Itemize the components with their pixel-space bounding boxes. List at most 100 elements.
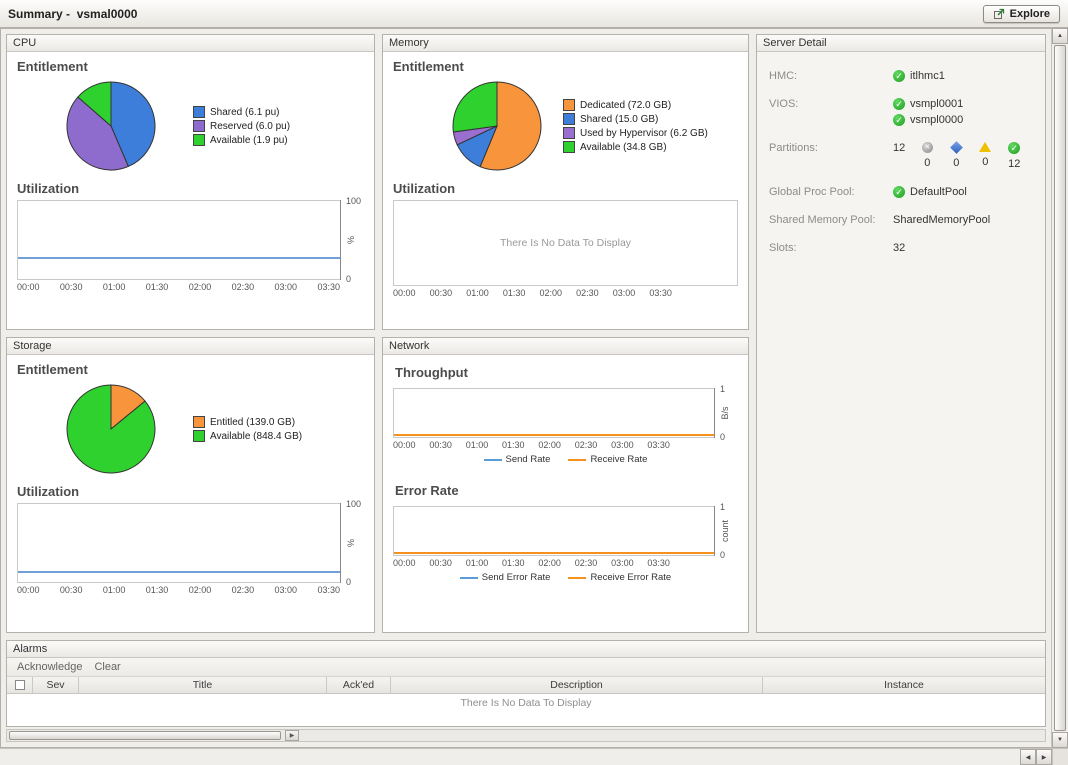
legend-item: Dedicated (72.0 GB) — [563, 99, 708, 111]
explore-button[interactable]: Explore — [983, 5, 1060, 23]
x-tick-label: 03:30 — [647, 558, 670, 568]
legend-item: Receive Error Rate — [568, 572, 671, 583]
scroll-right-button[interactable]: ▶ — [1036, 749, 1052, 765]
server-detail-panel: Server Detail HMC: ✓ itlhmc1 VIOS: — [756, 34, 1046, 633]
legend-swatch — [563, 141, 575, 153]
x-tick-label: 02:00 — [189, 282, 212, 292]
legend-swatch — [193, 430, 205, 442]
legend-item: Entitled (139.0 GB) — [193, 416, 302, 428]
y-axis-max-label: 100 — [346, 499, 361, 509]
x-tick-label: 00:30 — [429, 440, 452, 450]
legend-swatch — [193, 120, 205, 132]
hmc-row: HMC: ✓ itlhmc1 — [769, 70, 1033, 82]
cpu-entitlement-pie — [63, 78, 159, 174]
network-error-rate-chart: 1count000:0000:3001:0001:3002:0002:3003:… — [383, 506, 748, 583]
cpu-panel-title: CPU — [13, 37, 36, 49]
scroll-left-button[interactable]: ◀ — [1020, 749, 1036, 765]
x-tick-label: 01:30 — [502, 558, 525, 568]
x-axis: 00:0000:3001:0001:3002:0002:3003:0003:30 — [393, 288, 672, 298]
memory-entitlement-pie — [449, 78, 545, 174]
alarms-panel-title: Alarms — [13, 643, 47, 655]
partition-ok-icon: ✓ — [1008, 142, 1020, 154]
chart-series-line — [18, 571, 340, 573]
chart-legend: Send Error Rate Receive Error Rate — [383, 572, 748, 583]
memory-panel-body: Entitlement Dedicated (72.0 GB)Shared (1… — [383, 52, 748, 329]
status-ok-icon: ✓ — [893, 114, 905, 126]
x-tick-label: 00:00 — [393, 558, 416, 568]
x-tick-label: 02:30 — [232, 585, 255, 595]
legend-line-swatch — [568, 459, 586, 461]
legend-label: Receive Rate — [590, 454, 647, 465]
acknowledge-button[interactable]: Acknowledge — [17, 661, 82, 673]
legend-swatch — [193, 106, 205, 118]
select-all-checkbox[interactable] — [15, 680, 25, 690]
clear-button[interactable]: Clear — [94, 661, 120, 673]
y-axis-unit-label: B/s — [720, 406, 730, 419]
vios-link[interactable]: vsmpl0000 — [910, 114, 963, 126]
horizontal-scrollbar-track[interactable] — [0, 749, 1020, 765]
horizontal-scrollbar-thumb[interactable] — [9, 731, 281, 740]
legend-item: Send Error Rate — [460, 572, 551, 583]
storage-entitlement-pie — [63, 381, 159, 477]
slots-value: 32 — [893, 242, 905, 254]
vios-item: ✓ vsmpl0001 — [893, 98, 963, 110]
storage-utilization-heading: Utilization — [17, 484, 374, 499]
scrollbar-corner — [1052, 749, 1068, 765]
x-tick-label: 03:00 — [613, 288, 636, 298]
memory-panel-header: Memory — [383, 35, 748, 52]
y-axis-min-label: 0 — [720, 432, 725, 442]
partition-state-warning: 0 — [975, 142, 995, 168]
partition-state-unknown: ✕ 0 — [917, 142, 937, 169]
network-panel: Network Throughput 1B/s000:0000:3001:000… — [382, 337, 749, 633]
x-tick-label: 01:30 — [146, 282, 169, 292]
vertical-scrollbar: ▲ ▼ — [1051, 28, 1068, 748]
memory-entitlement-heading: Entitlement — [393, 59, 748, 74]
partitions-label: Partitions: — [769, 142, 893, 154]
y-axis-max-label: 1 — [720, 384, 725, 394]
x-tick-label: 00:30 — [430, 288, 453, 298]
x-tick-label: 03:30 — [649, 288, 672, 298]
partition-normal-count: 0 — [953, 157, 959, 169]
partition-state-normal: 0 — [946, 142, 966, 169]
scroll-down-button[interactable]: ▼ — [1052, 732, 1068, 748]
vios-link[interactable]: vsmpl0001 — [910, 98, 963, 110]
column-header-acked[interactable]: Ack'ed — [327, 677, 391, 693]
global-proc-pool-label: Global Proc Pool: — [769, 186, 893, 198]
cpu-utilization-chart: 100%000:0000:3001:0001:3002:0002:3003:00… — [7, 200, 374, 292]
storage-panel-header: Storage — [7, 338, 374, 355]
alarms-toolbar: Acknowledge Clear — [7, 658, 1045, 677]
hmc-link[interactable]: itlhmc1 — [910, 70, 945, 82]
cpu-utilization-heading: Utilization — [17, 181, 374, 196]
server-detail-panel-title: Server Detail — [763, 37, 827, 49]
status-ok-icon: ✓ — [893, 186, 905, 198]
status-ok-icon: ✓ — [893, 98, 905, 110]
scroll-up-button[interactable]: ▲ — [1052, 28, 1068, 44]
partition-ok-count: 12 — [1008, 158, 1020, 170]
chart-series-line — [394, 434, 714, 436]
column-header-instance[interactable]: Instance — [763, 677, 1045, 693]
legend-swatch — [563, 113, 575, 125]
y-axis-min-label: 0 — [720, 550, 725, 560]
cpu-panel: CPU Entitlement Shared (6.1 pu)Reserved … — [6, 34, 375, 330]
storage-panel-title: Storage — [13, 340, 52, 352]
storage-utilization-chart: 100%000:0000:3001:0001:3002:0002:3003:00… — [7, 503, 374, 595]
x-tick-label: 02:30 — [575, 440, 598, 450]
column-header-description[interactable]: Description — [391, 677, 763, 693]
vios-label: VIOS: — [769, 98, 893, 110]
x-tick-label: 03:00 — [275, 585, 298, 595]
scroll-right-button[interactable]: ▶ — [285, 730, 299, 741]
column-header-title[interactable]: Title — [79, 677, 327, 693]
x-tick-label: 01:00 — [103, 585, 126, 595]
legend-line-swatch — [568, 577, 586, 579]
vertical-scrollbar-thumb[interactable] — [1054, 45, 1066, 731]
legend-label: Available (1.9 pu) — [210, 135, 288, 146]
global-proc-pool-link[interactable]: DefaultPool — [910, 186, 967, 198]
legend-label: Available (34.8 GB) — [580, 142, 667, 153]
column-header-sev[interactable]: Sev — [33, 677, 79, 693]
y-axis: 1B/s0 — [714, 388, 738, 438]
x-tick-label: 02:00 — [540, 288, 563, 298]
partition-warning-icon — [979, 142, 991, 152]
slots-row: Slots: 32 — [769, 242, 1033, 254]
legend-label: Dedicated (72.0 GB) — [580, 100, 671, 111]
chart-series-line — [394, 552, 714, 554]
